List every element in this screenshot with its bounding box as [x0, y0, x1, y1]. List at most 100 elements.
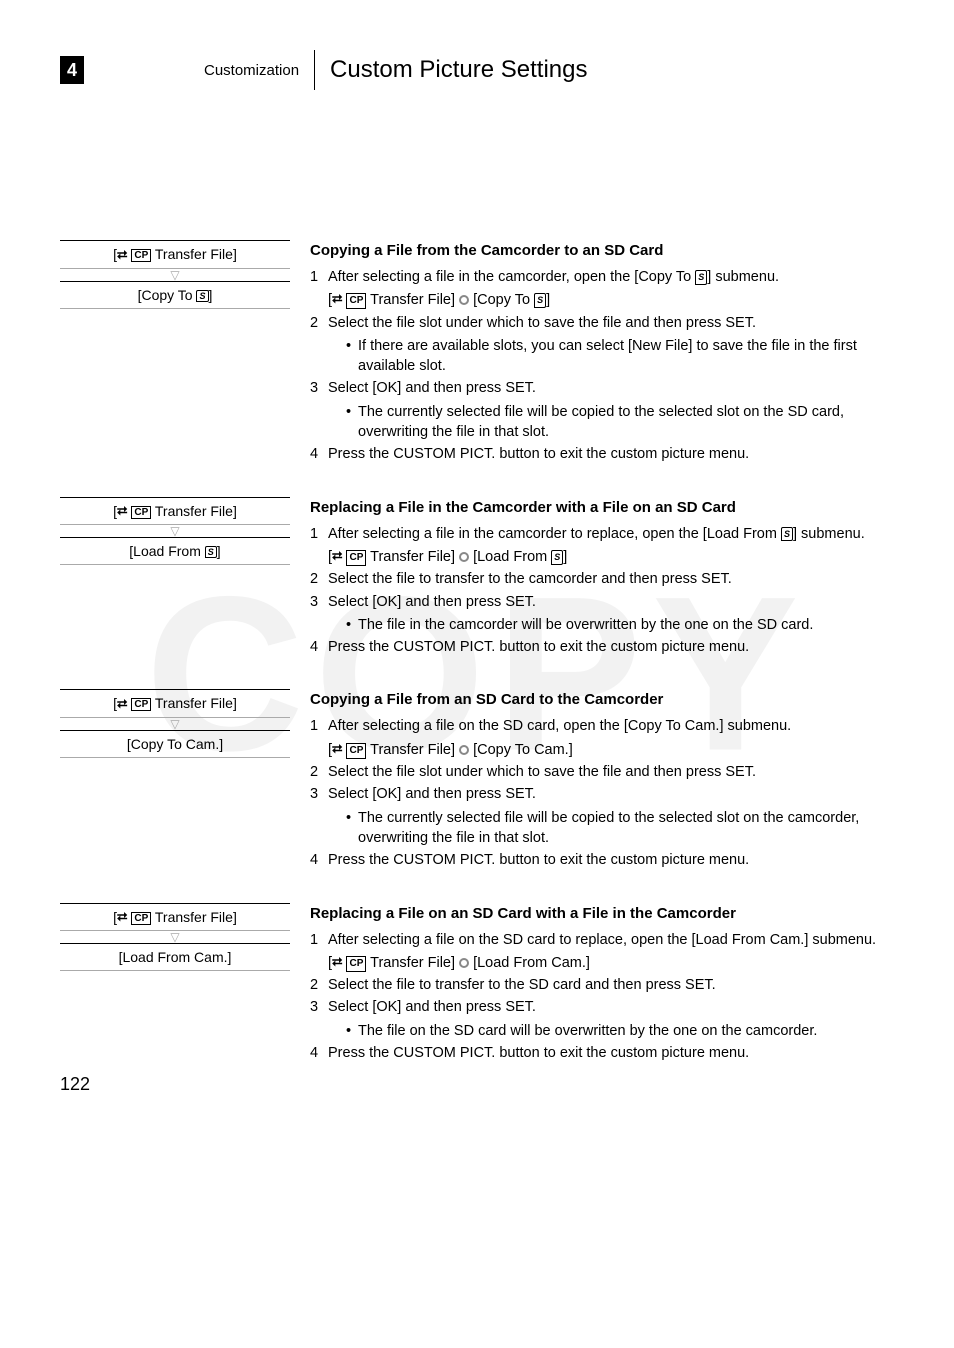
sidebar-top: [⮂ CP Transfer File] [60, 689, 290, 718]
step: 2Select the file to transfer to the SD c… [310, 975, 894, 995]
section-body: Copying a File from the Camcorder to an … [310, 240, 894, 467]
step-bullet: The currently selected file will be copi… [328, 402, 894, 443]
sidebar-menu: [⮂ CP Transfer File]▽[Copy To Cam.] [60, 689, 310, 872]
cp-icon: CP [346, 956, 366, 972]
section-title: Replacing a File in the Camcorder with a… [310, 497, 894, 518]
sidebar-bottom: [Load From S] [60, 537, 290, 565]
transfer-icon: ⮂ [332, 291, 342, 309]
sidebar-menu: [⮂ CP Transfer File]▽[Load From S] [60, 497, 310, 660]
step: 4Press the CUSTOM PICT. button to exit t… [310, 637, 894, 657]
sidebar-bottom: [Copy To Cam.] [60, 730, 290, 758]
step-body: After selecting a file in the camcorder,… [328, 267, 894, 311]
step-body: Press the CUSTOM PICT. button to exit th… [328, 850, 894, 870]
menu-path: [⮂ CP Transfer File] [Copy To S] [328, 290, 894, 310]
sd-icon: S [695, 270, 707, 285]
transfer-icon: ⮂ [332, 741, 342, 759]
step: 3Select [OK] and then press SET.The file… [310, 997, 894, 1041]
step-number: 3 [310, 997, 328, 1041]
ring-icon [459, 295, 469, 305]
page-container: 4 Customization Custom Picture Settings … [0, 0, 954, 1135]
step: 3Select [OK] and then press SET.The file… [310, 592, 894, 636]
step-number: 4 [310, 850, 328, 870]
step: 1After selecting a file in the camcorder… [310, 524, 894, 568]
sidebar-bottom: [Copy To S] [60, 281, 290, 309]
section-0: [⮂ CP Transfer File]▽[Copy To S]Copying … [60, 240, 894, 467]
section-title: Replacing a File on an SD Card with a Fi… [310, 903, 894, 924]
step: 3Select [OK] and then press SET.The curr… [310, 378, 894, 442]
sd-icon: S [196, 290, 208, 302]
sidebar-top: [⮂ CP Transfer File] [60, 497, 290, 526]
step-number: 3 [310, 592, 328, 636]
step-number: 4 [310, 444, 328, 464]
sidebar-top: [⮂ CP Transfer File] [60, 903, 290, 932]
step-body: After selecting a file on the SD card, o… [328, 716, 894, 760]
step-number: 1 [310, 267, 328, 311]
step: 3Select [OK] and then press SET.The curr… [310, 784, 894, 848]
transfer-icon: ⮂ [332, 548, 342, 566]
step-number: 4 [310, 637, 328, 657]
step: 4Press the CUSTOM PICT. button to exit t… [310, 444, 894, 464]
chevron-down-icon: ▽ [60, 718, 290, 730]
step-bullet: The file on the SD card will be overwrit… [328, 1021, 894, 1041]
step-number: 3 [310, 784, 328, 848]
step-number: 2 [310, 313, 328, 377]
step-number: 2 [310, 975, 328, 995]
step: 4Press the CUSTOM PICT. button to exit t… [310, 1043, 894, 1063]
step-body: After selecting a file on the SD card to… [328, 930, 894, 974]
step: 1After selecting a file on the SD card, … [310, 716, 894, 760]
step-body: Select the file slot under which to save… [328, 762, 894, 782]
step-bullet: The currently selected file will be copi… [328, 808, 894, 849]
step-body: Select [OK] and then press SET.The curre… [328, 784, 894, 848]
step-body: Select the file to transfer to the camco… [328, 569, 894, 589]
step-body: Select the file slot under which to save… [328, 313, 894, 377]
step-body: Select [OK] and then press SET.The file … [328, 997, 894, 1041]
step-bullet: The file in the camcorder will be overwr… [328, 615, 894, 635]
sd-icon: S [781, 527, 793, 542]
step-bullet: If there are available slots, you can se… [328, 336, 894, 377]
section-body: Replacing a File in the Camcorder with a… [310, 497, 894, 660]
step-body: After selecting a file in the camcorder … [328, 524, 894, 568]
step: 1After selecting a file on the SD card t… [310, 930, 894, 974]
step-number: 4 [310, 1043, 328, 1063]
section-body: Replacing a File on an SD Card with a Fi… [310, 903, 894, 1066]
page-header: 4 Customization Custom Picture Settings [60, 50, 894, 90]
step-number: 3 [310, 378, 328, 442]
ring-icon [459, 552, 469, 562]
step: 2Select the file slot under which to sav… [310, 762, 894, 782]
chevron-down-icon: ▽ [60, 525, 290, 537]
step: 2Select the file to transfer to the camc… [310, 569, 894, 589]
transfer-icon: ⮂ [117, 504, 127, 519]
sd-icon: S [534, 293, 546, 308]
cp-icon: CP [131, 698, 151, 711]
sidebar-bottom: [Load From Cam.] [60, 943, 290, 971]
cp-icon: CP [346, 293, 366, 309]
section-body: Copying a File from an SD Card to the Ca… [310, 689, 894, 872]
step-number: 2 [310, 762, 328, 782]
transfer-icon: ⮂ [117, 697, 127, 712]
step-body: Press the CUSTOM PICT. button to exit th… [328, 444, 894, 464]
step: 1After selecting a file in the camcorder… [310, 267, 894, 311]
sd-icon: S [551, 550, 563, 565]
menu-path: [⮂ CP Transfer File] [Copy To Cam.] [328, 740, 894, 760]
section-title: Copying a File from an SD Card to the Ca… [310, 689, 894, 710]
cp-icon: CP [346, 550, 366, 566]
cp-icon: CP [131, 506, 151, 519]
chapter-number: 4 [60, 56, 84, 84]
step-body: Select [OK] and then press SET.The curre… [328, 378, 894, 442]
section-2: [⮂ CP Transfer File]▽[Copy To Cam.]Copyi… [60, 689, 894, 872]
step: 4Press the CUSTOM PICT. button to exit t… [310, 850, 894, 870]
step-body: Select the file to transfer to the SD ca… [328, 975, 894, 995]
ring-icon [459, 745, 469, 755]
step-body: Press the CUSTOM PICT. button to exit th… [328, 637, 894, 657]
section-1: [⮂ CP Transfer File]▽[Load From S]Replac… [60, 497, 894, 660]
cp-icon: CP [346, 743, 366, 759]
section-title: Copying a File from the Camcorder to an … [310, 240, 894, 261]
page-title: Custom Picture Settings [315, 56, 587, 84]
section-3: [⮂ CP Transfer File]▽[Load From Cam.] Rep… [60, 903, 894, 1066]
chapter-label: Customization [204, 50, 315, 90]
ring-icon [459, 958, 469, 968]
chevron-down-icon: ▽ [60, 269, 290, 281]
chevron-down-icon: ▽ [60, 931, 290, 943]
transfer-icon: ⮂ [332, 954, 342, 972]
step-number: 2 [310, 569, 328, 589]
